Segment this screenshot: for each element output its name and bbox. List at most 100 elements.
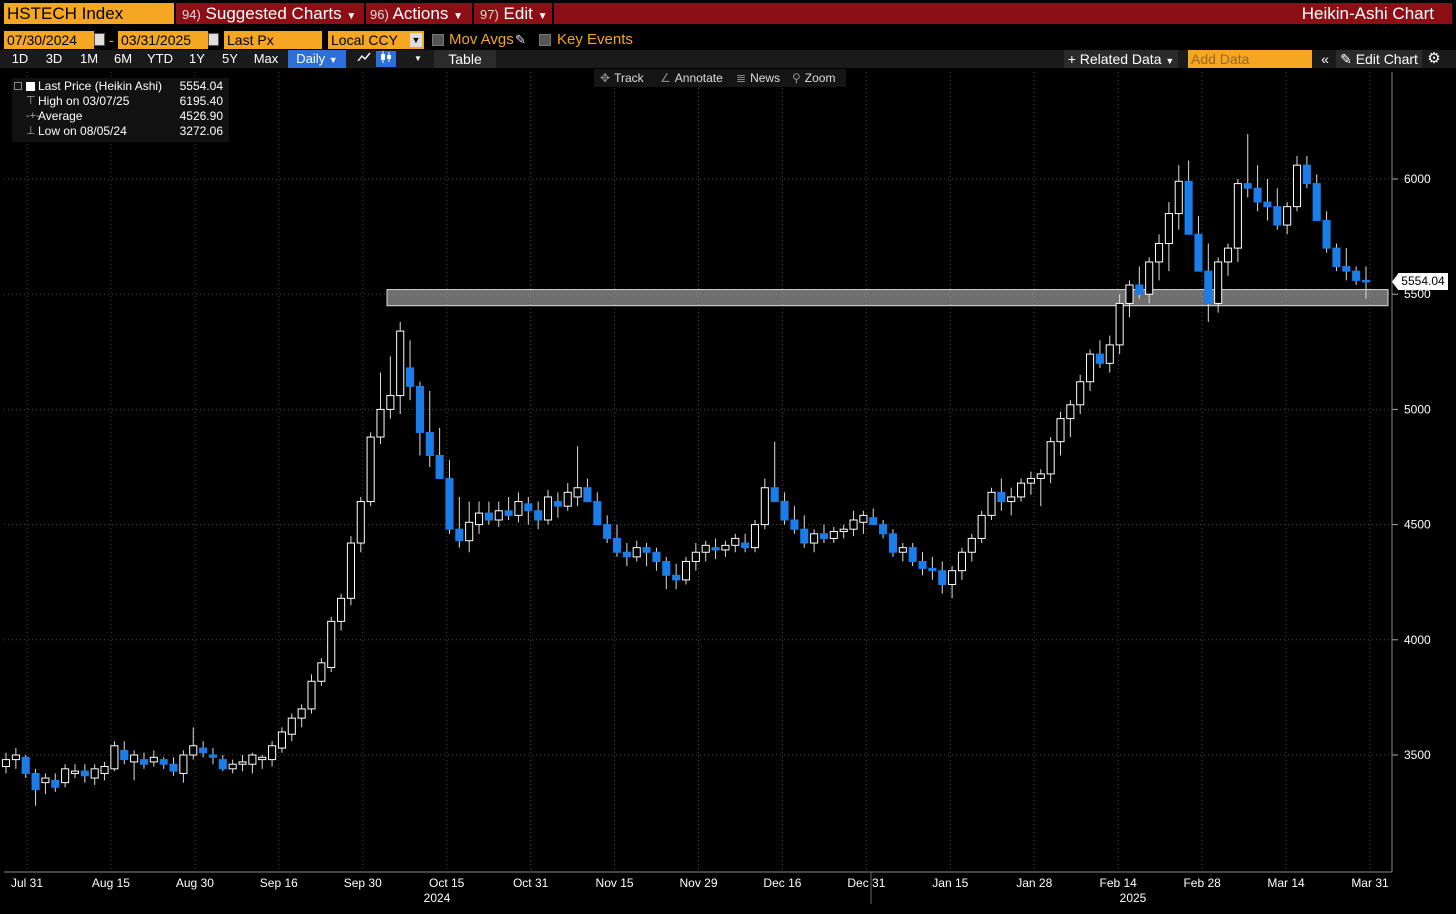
legend-average-row: -+- Average 4526.90 — [12, 109, 229, 124]
candle-up — [1154, 243, 1164, 263]
news-tool[interactable]: ≣ News — [736, 69, 780, 87]
annotate-tool[interactable]: ∠ Annotate — [660, 69, 723, 87]
x-tick-label: Nov 15 — [596, 876, 634, 890]
track-tool[interactable]: ✥ Track — [600, 69, 644, 87]
high-label: High on 03/07/25 — [38, 94, 130, 108]
candle-up — [760, 487, 769, 526]
candle-up — [248, 754, 257, 765]
range-1d[interactable]: 1D — [4, 50, 36, 68]
legend-high-row: ⊤ High on 03/07/25 6195.40 — [12, 94, 229, 109]
range-1y[interactable]: 1Y — [182, 50, 212, 68]
chevron-down-icon[interactable]: ▼ — [410, 33, 422, 47]
candle-down — [425, 431, 434, 456]
low-marker-icon: ⊥ — [26, 125, 36, 137]
candle-up — [1026, 478, 1035, 484]
x-tick-label: Sep 30 — [344, 876, 382, 890]
candle-up — [376, 408, 385, 438]
candle-up — [268, 745, 277, 761]
candle-down — [435, 454, 444, 480]
candle-down — [672, 574, 681, 581]
candle-down — [445, 478, 454, 530]
related-data-button[interactable]: + Related Data ▼ — [1064, 50, 1178, 68]
candle-down — [1332, 247, 1341, 268]
series-label: Last Price (Heikin Ashi) — [38, 79, 163, 93]
candle-down — [51, 779, 60, 788]
candlestick-icon[interactable] — [376, 51, 396, 67]
candle-up — [277, 731, 286, 749]
low-value: 3272.06 — [179, 124, 223, 138]
range-3d[interactable]: 3D — [38, 50, 70, 68]
calendar-icon[interactable] — [94, 33, 105, 46]
range-5y[interactable]: 5Y — [214, 50, 246, 68]
price-chart[interactable]: 350040004500500055006000Jul 31 Aug 15 Aug … — [0, 68, 1456, 914]
gear-icon[interactable]: ⚙ — [1424, 50, 1444, 68]
chevron-down-icon: ▼ — [453, 11, 463, 22]
candle-down — [622, 551, 631, 558]
add-data-input[interactable]: Add Data — [1188, 50, 1312, 68]
pencil-icon[interactable]: ✎ — [515, 31, 526, 49]
range-ytd[interactable]: YTD — [142, 50, 178, 68]
candle-down — [553, 501, 562, 507]
candle-up — [839, 528, 848, 533]
key-events-label[interactable]: Key Events — [557, 31, 633, 49]
end-date-field[interactable]: 03/31/2025 — [118, 31, 208, 49]
candle-down — [159, 759, 168, 765]
price-field-select[interactable]: Last Px — [224, 31, 322, 49]
table-button[interactable]: Table — [434, 50, 496, 68]
candle-up — [1283, 206, 1292, 226]
actions-menu[interactable]: 96) Actions ▼ — [370, 3, 463, 24]
x-tick-label: Nov 29 — [679, 876, 717, 890]
high-value: 6195.40 — [179, 94, 223, 108]
x-tick-label: Dec 31 — [847, 876, 885, 890]
range-1m[interactable]: 1M — [72, 50, 106, 68]
candle-up — [149, 756, 158, 763]
candle-down — [593, 501, 602, 526]
candle-up — [228, 763, 237, 770]
candle-down — [484, 512, 493, 521]
candle-down — [199, 747, 208, 754]
range-max[interactable]: Max — [248, 50, 284, 68]
mov-avgs-label[interactable]: Mov Avgs — [449, 31, 514, 49]
edit-chart-button[interactable]: ✎ Edit Chart — [1336, 50, 1422, 68]
divider — [364, 3, 366, 24]
candle-down — [908, 547, 917, 562]
range-6m[interactable]: 6M — [106, 50, 140, 68]
x-tick-label: Dec 16 — [763, 876, 801, 890]
candle-down — [938, 570, 947, 586]
y-tick-label: 4000 — [1404, 633, 1431, 647]
candle-down — [869, 517, 878, 526]
candle-down — [1361, 279, 1371, 283]
zoom-tool[interactable]: ⚲ Zoom — [792, 69, 835, 87]
candle-up — [297, 708, 306, 719]
y-tick-label: 4500 — [1404, 518, 1431, 532]
chart-type-title: Heikin-Ashi Chart — [1301, 4, 1434, 23]
edit-menu[interactable]: 97) Edit ▼ — [480, 3, 547, 24]
line-chart-icon[interactable] — [354, 51, 374, 67]
resistance-band — [386, 289, 1389, 307]
double-chevron-left-icon[interactable]: « — [1316, 50, 1334, 68]
candle-up — [317, 662, 326, 682]
mov-avgs-checkbox[interactable] — [432, 34, 444, 46]
chevron-down-icon[interactable]: ▼ — [408, 51, 428, 67]
collapse-box-icon[interactable] — [14, 82, 22, 90]
candle-up — [810, 533, 819, 544]
candle-down — [504, 510, 513, 516]
candle-down — [1322, 219, 1331, 249]
start-date-field[interactable]: 07/30/2024 — [4, 31, 94, 49]
ticker-field[interactable]: HSTECH Index — [4, 3, 174, 24]
series-swatch — [26, 82, 35, 91]
calendar-icon[interactable] — [208, 33, 219, 46]
candle-up — [967, 537, 976, 553]
divider — [552, 3, 554, 24]
chart-legend[interactable]: Last Price (Heikin Ashi) 5554.04 ⊤ High … — [12, 78, 229, 142]
candle-down — [603, 524, 612, 539]
suggested-charts-menu[interactable]: 94) Suggested Charts ▼ — [182, 3, 356, 24]
candle-up — [514, 501, 523, 516]
key-events-checkbox[interactable] — [539, 34, 551, 46]
candle-up — [130, 754, 139, 763]
candle-up — [849, 519, 858, 530]
x-tick-label: Mar 31 — [1351, 876, 1389, 890]
candle-down — [1194, 233, 1203, 272]
crosshair-icon: ✥ — [600, 71, 611, 85]
frequency-select[interactable]: Daily ▼ — [288, 50, 346, 68]
